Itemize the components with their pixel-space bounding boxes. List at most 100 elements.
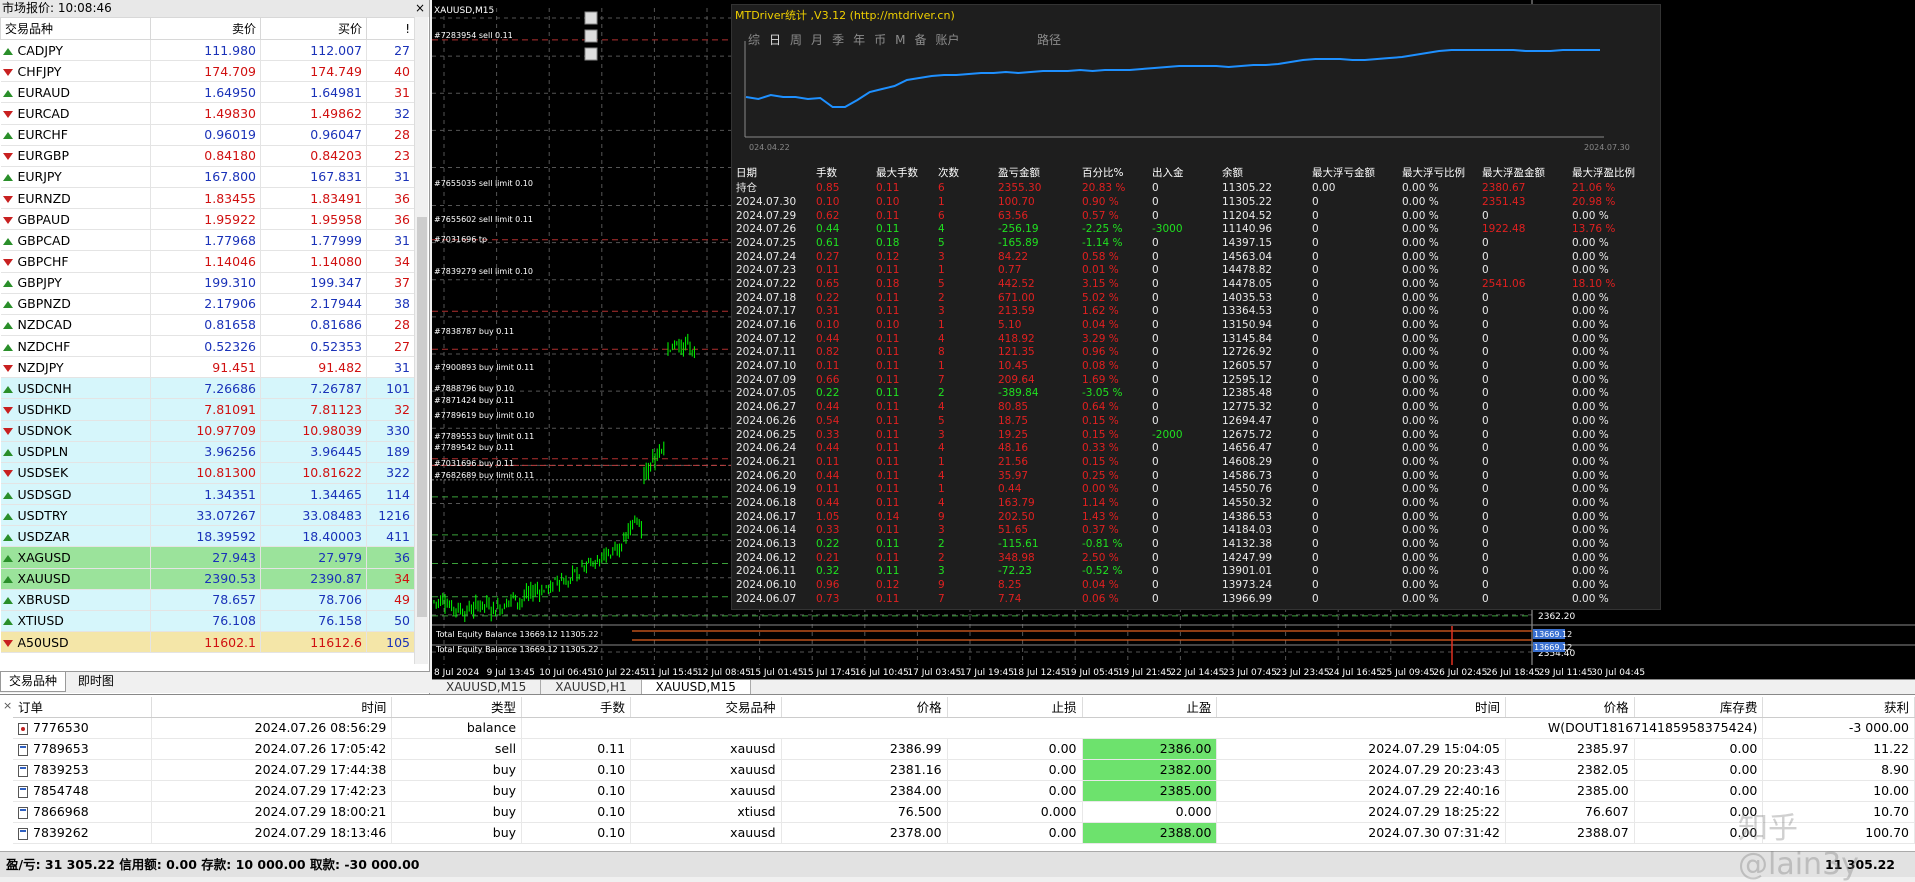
market-watch-row[interactable]: EURAUD 1.64950 1.64981 31 xyxy=(0,81,415,104)
mtd-cell: 0.11 xyxy=(816,483,840,496)
column-header[interactable]: 交易品种 xyxy=(630,697,782,718)
column-header[interactable]: 止盈 xyxy=(1082,697,1218,718)
market-watch-row[interactable]: EURCAD 1.49830 1.49862 32 xyxy=(0,102,415,125)
market-watch-row[interactable]: EURJPY 167.800 167.831 31 xyxy=(0,166,415,188)
symbol-name: GBPNZD xyxy=(17,296,71,312)
chart-control-button[interactable] xyxy=(584,11,598,25)
column-header[interactable]: 时间 xyxy=(151,697,393,718)
symbol-cell: NZDCHF xyxy=(0,335,151,358)
table-row[interactable]: 7839253 2024.07.29 17:44:38 buy 0.10 xauusd 2… xyxy=(13,759,1915,781)
close-icon[interactable]: × xyxy=(3,699,12,712)
market-watch-row[interactable]: CHFJPY 174.709 174.749 40 xyxy=(0,60,415,83)
order-id: 7854748 xyxy=(33,783,89,798)
mtd-cell: 0 xyxy=(1152,387,1159,400)
table-row[interactable]: 7789653 2024.07.26 17:05:42 sell 0.11 xauusd… xyxy=(13,738,1915,760)
tab-tick-chart[interactable]: 即时图 xyxy=(70,672,122,692)
mtd-cell: 0.33 % xyxy=(1082,442,1119,455)
market-watch-row[interactable]: USDCNH 7.26686 7.26787 101 xyxy=(0,377,415,400)
market-watch-row[interactable]: EURGBP 0.84180 0.84203 23 xyxy=(0,145,415,167)
mtd-cell: 0 xyxy=(1312,592,1319,605)
table-row[interactable]: 7854748 2024.07.29 17:42:23 buy 0.10 xauusd 2… xyxy=(13,780,1915,802)
mtd-row: 2024.06.13 0.22 0.11 2 -115.61 -0.81 % 0 14132.… xyxy=(736,537,1652,551)
market-watch-row[interactable]: USDPLN 3.96256 3.96445 189 xyxy=(0,441,415,463)
chart-tab-active[interactable]: XAUUSD,M15 xyxy=(641,680,751,695)
column-header[interactable]: 手数 xyxy=(521,697,632,718)
market-watch-row[interactable]: XBRUSD 78.657 78.706 49 xyxy=(0,589,415,611)
market-watch-row[interactable]: USDNOK 10.97709 10.98039 330 xyxy=(0,420,415,442)
market-watch-row[interactable]: USDSEK 10.81300 10.81622 322 xyxy=(0,462,415,484)
column-header[interactable]: 时间 xyxy=(1216,697,1506,718)
account-summary: 盈/亏: 31 305.22 信用额: 0.00 存款: 10 000.00 取… xyxy=(6,857,420,872)
market-watch-row[interactable]: XAGUSD 27.943 27.979 36 xyxy=(0,546,415,569)
table-row[interactable]: 7866968 2024.07.29 18:00:21 buy 0.10 xtiusd 7… xyxy=(13,801,1915,823)
symbol-cell: USDTRY xyxy=(0,504,151,527)
market-watch-row[interactable]: CADJPY 111.980 112.007 27 xyxy=(0,39,415,62)
market-watch-row[interactable]: GBPCHF 1.14046 1.14080 34 xyxy=(0,250,415,273)
mtd-cell: 0.21 xyxy=(816,551,840,564)
column-header-ask[interactable]: 买价 xyxy=(260,17,367,40)
symbol-cell: GBPCHF xyxy=(0,250,151,273)
mtd-cell: -3000 xyxy=(1152,223,1183,236)
time-axis-label: 23 Jul 23:45 xyxy=(1276,668,1330,678)
mtd-row: 2024.06.07 0.73 0.11 7 7.74 0.06 % 0 13966.99 0 0… xyxy=(736,592,1652,606)
scrollbar-thumb[interactable] xyxy=(417,217,427,617)
market-watch-row[interactable]: EURCHF 0.96019 0.96047 28 xyxy=(0,124,415,146)
market-watch-row[interactable]: XAUUSD 2390.53 2390.87 34 xyxy=(0,568,415,590)
market-watch-row[interactable]: GBPJPY 199.310 199.347 37 xyxy=(0,272,415,294)
column-header[interactable]: 价格 xyxy=(1505,697,1635,718)
mtd-cell: 0 xyxy=(1482,264,1489,277)
symbol-name: EURJPY xyxy=(17,169,62,185)
market-watch-row[interactable]: NZDCAD 0.81658 0.81686 28 xyxy=(0,314,415,336)
mtd-cell: 0 xyxy=(1312,264,1319,277)
market-watch-row[interactable]: EURNZD 1.83455 1.83491 36 xyxy=(0,187,415,210)
chart-tab[interactable]: XAUUSD,H1 xyxy=(541,680,642,695)
mtd-cell: 2024.06.12 xyxy=(736,551,797,564)
mtd-row: 2024.07.18 0.22 0.11 2 671.00 5.02 % 0 14035.53… xyxy=(736,291,1652,305)
market-watch-scrollbar[interactable] xyxy=(414,17,428,664)
market-watch-row[interactable]: XTIUSD 76.108 76.158 50 xyxy=(0,610,415,632)
table-row[interactable]: 7839262 2024.07.29 18:13:46 buy 0.10 xauusd 2… xyxy=(13,822,1915,844)
symbol-cell: EURCAD xyxy=(0,102,151,125)
market-watch-row[interactable]: USDSGD 1.34351 1.34465 114 xyxy=(0,483,415,506)
market-watch-row[interactable]: NZDJPY 91.451 91.482 31 xyxy=(0,356,415,379)
symbol-name: USDPLN xyxy=(17,444,69,460)
table-row[interactable]: 7776530 2024.07.26 08:56:29 balance W(DO… xyxy=(13,717,1915,739)
mtd-cell: 0.33 xyxy=(816,524,840,537)
market-watch-row[interactable]: GBPAUD 1.95922 1.95958 36 xyxy=(0,208,415,231)
mtd-cell: 0 xyxy=(1312,401,1319,414)
market-watch-row[interactable]: USDHKD 7.81091 7.81123 32 xyxy=(0,398,415,421)
column-header[interactable]: 类型 xyxy=(391,697,523,718)
column-header[interactable]: 获利 xyxy=(1762,697,1915,718)
market-watch-row[interactable]: USDZAR 18.39592 18.40003 411 xyxy=(0,525,415,548)
market-watch-row[interactable]: GBPNZD 2.17906 2.17944 38 xyxy=(0,293,415,315)
column-header-bid[interactable]: 卖价 xyxy=(150,17,261,40)
column-header[interactable]: 止损 xyxy=(947,697,1083,718)
mtd-cell: 0 xyxy=(1312,496,1319,509)
chart-control-button[interactable] xyxy=(584,47,598,61)
market-watch-row[interactable]: GBPCAD 1.77968 1.77999 31 xyxy=(0,229,415,252)
mtd-row: 2024.06.21 0.11 0.11 1 21.56 0.15 % 0 14608.29 0… xyxy=(736,455,1652,469)
mtd-cell: 20.83 % xyxy=(1082,181,1126,194)
column-header[interactable]: 库存费 xyxy=(1634,697,1764,718)
swap-cell: 0.00 xyxy=(1634,738,1764,760)
mtd-cell: -0.52 % xyxy=(1082,565,1123,578)
arrow-down-icon xyxy=(2,110,13,118)
arrow-down-icon xyxy=(2,153,13,161)
market-watch-row[interactable]: NZDCHF 0.52326 0.52353 27 xyxy=(0,335,415,358)
market-watch-row[interactable]: A50USD 11602.1 11612.6 105 xyxy=(0,631,415,654)
chart-control-button[interactable] xyxy=(584,29,598,43)
close-icon[interactable]: × xyxy=(415,0,425,17)
column-header-symbol[interactable]: 交易品种 xyxy=(0,17,151,40)
symbol-name: XTIUSD xyxy=(17,613,64,629)
column-header-spread[interactable]: ! xyxy=(366,17,415,40)
lots-cell: 0.10 xyxy=(521,759,632,781)
mtd-cell: 0.00 % xyxy=(1402,401,1439,414)
tab-symbols[interactable]: 交易品种 xyxy=(0,672,67,692)
chart-tab[interactable]: XAUUSD,M15 xyxy=(432,680,542,695)
column-header[interactable]: 订单 xyxy=(13,697,152,718)
market-watch-row[interactable]: USDTRY 33.07267 33.08483 1216 xyxy=(0,504,415,527)
svg-text:13669.12: 13669.12 xyxy=(1534,643,1572,652)
column-header[interactable]: 价格 xyxy=(781,697,948,718)
mtd-cell: 0 xyxy=(1152,592,1159,605)
symbol-cell: GBPNZD xyxy=(0,293,151,315)
